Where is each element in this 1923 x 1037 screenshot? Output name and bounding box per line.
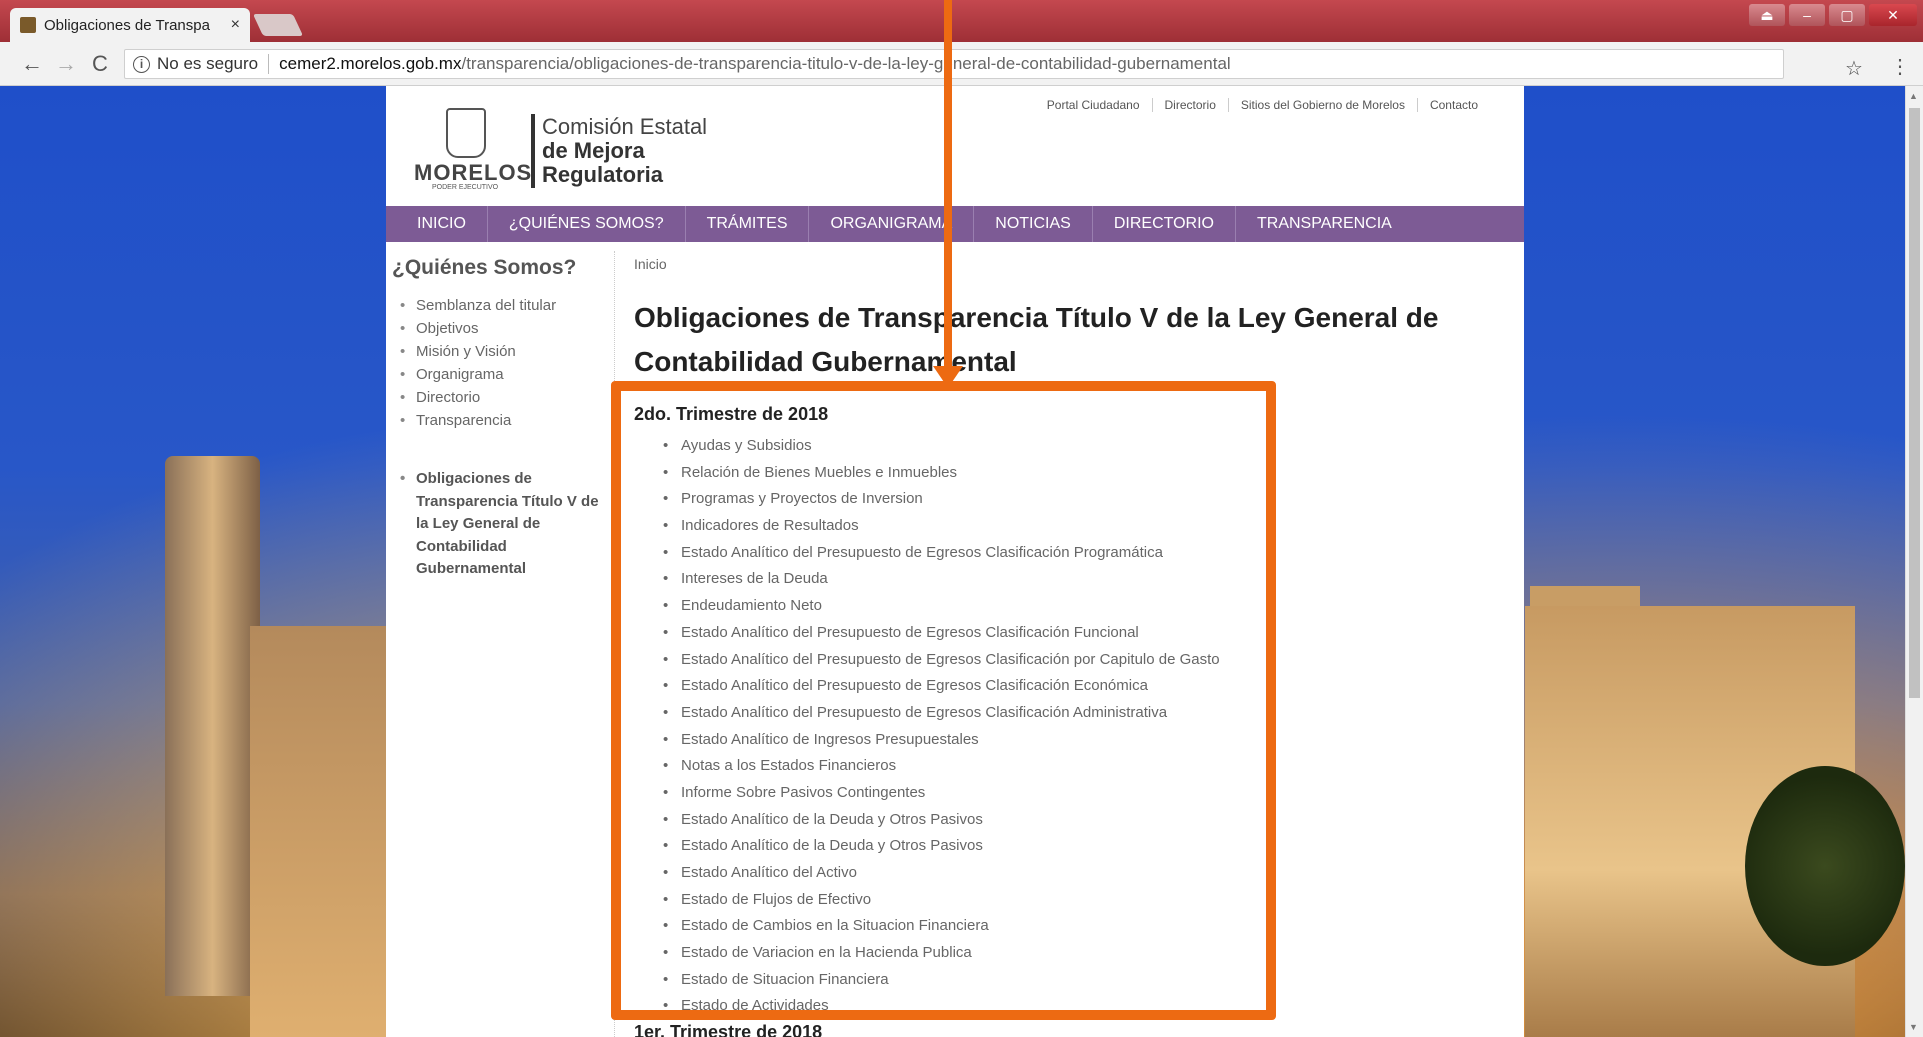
close-window-button[interactable]: ✕ [1869,4,1917,26]
nav-noticias[interactable]: NOTICIAS [974,206,1093,242]
nav-tramites[interactable]: TRÁMITES [686,206,810,242]
nav-inicio[interactable]: INICIO [396,206,488,242]
background-tree [1745,766,1905,966]
sidebar-item-semblanza[interactable]: Semblanza del titular [392,294,612,317]
logo-morelos: MORELOS [414,160,533,185]
scroll-up-icon[interactable]: ▲ [1909,91,1918,101]
browser-tab[interactable]: Obligaciones de Transpa × [10,8,250,42]
browser-menu-icon[interactable]: ⋮ [1890,54,1910,79]
forward-arrow-icon[interactable]: → [52,50,80,78]
scrollbar-thumb[interactable] [1909,108,1920,698]
page-scrollbar[interactable]: ▲ ▼ [1905,86,1923,1037]
page-title: Obligaciones de Transparencia Título V d… [634,302,1439,377]
section-title-1er-trimestre: 1er. Trimestre de 2018 [634,1022,823,1037]
sidebar-item-mision[interactable]: Misión y Visión [392,340,612,363]
nav-quienes-somos[interactable]: ¿QUIÉNES SOMOS? [488,206,686,242]
info-icon[interactable]: i [133,55,150,73]
logo-line-2: de Mejora [542,138,645,163]
nav-transparencia[interactable]: TRANSPARENCIA [1236,206,1413,242]
window-controls: ⏏ – ▢ ✕ [1749,4,1917,26]
sidebar: ¿Quiénes Somos? Semblanza del titular Ob… [392,256,612,581]
url-domain: cemer2.morelos.gob.mx [279,54,462,73]
reload-icon[interactable]: C [86,50,114,78]
site-logo[interactable]: MORELOS PODER EJECUTIVO Comisión Estatal… [414,104,774,194]
minimize-button[interactable]: – [1789,4,1825,26]
tab-title: Obligaciones de Transpa [44,16,210,34]
sidebar-title: ¿Quiénes Somos? [392,256,577,279]
bookmark-star-icon[interactable]: ☆ [1845,56,1863,81]
main-nav: INICIO ¿QUIÉNES SOMOS? TRÁMITES ORGANIGR… [386,206,1524,242]
topnav-directorio[interactable]: Directorio [1151,98,1228,112]
site-favicon-icon [20,17,36,33]
logo-divider [531,114,535,188]
sidebar-item-objetivos[interactable]: Objetivos [392,317,612,340]
new-tab-button[interactable] [252,14,304,36]
background-tower-left [165,456,260,996]
logo-line-3: Regulatoria [542,162,664,187]
nav-directorio[interactable]: DIRECTORIO [1093,206,1236,242]
morelos-seal-icon [446,108,486,158]
background-wall-left [250,626,390,1037]
annotation-arrow-line [944,0,952,370]
topnav-sitios-gobierno[interactable]: Sitios del Gobierno de Morelos [1227,98,1417,112]
topnav-contacto[interactable]: Contacto [1416,98,1490,112]
sidebar-item-organigrama[interactable]: Organigrama [392,363,612,386]
annotation-highlight-box [611,381,1276,1020]
security-label: No es seguro [157,54,259,73]
browser-toolbar: ← → C i No es seguro cemer2.morelos.gob.… [0,42,1923,86]
sidebar-item-obligaciones[interactable]: Obligaciones de Transparencia Título V d… [392,468,612,581]
sidebar-item-directorio[interactable]: Directorio [392,386,612,409]
logo-line-1: Comisión Estatal [542,114,708,139]
logo-poder-ejecutivo: PODER EJECUTIVO [432,184,499,191]
back-arrow-icon[interactable]: ← [18,50,46,78]
sidebar-list: Semblanza del titular Objetivos Misión y… [392,294,612,581]
browser-title-bar: Obligaciones de Transpa × ⏏ – ▢ ✕ [0,0,1923,42]
url-path: /transparencia/obligaciones-de-transpare… [461,54,1231,73]
tab-close-icon[interactable]: × [231,16,240,34]
sidebar-item-transparencia[interactable]: Transparencia [392,409,612,432]
address-divider [268,54,270,74]
top-utility-nav: Portal Ciudadano Directorio Sitios del G… [1035,98,1490,112]
scroll-down-icon[interactable]: ▼ [1909,1022,1918,1032]
address-bar[interactable]: i No es seguro cemer2.morelos.gob.mx /tr… [124,49,1784,79]
maximize-button[interactable]: ▢ [1829,4,1865,26]
user-profile-button[interactable]: ⏏ [1749,4,1785,26]
topnav-portal-ciudadano[interactable]: Portal Ciudadano [1035,98,1152,112]
breadcrumb[interactable]: Inicio [634,256,1504,272]
